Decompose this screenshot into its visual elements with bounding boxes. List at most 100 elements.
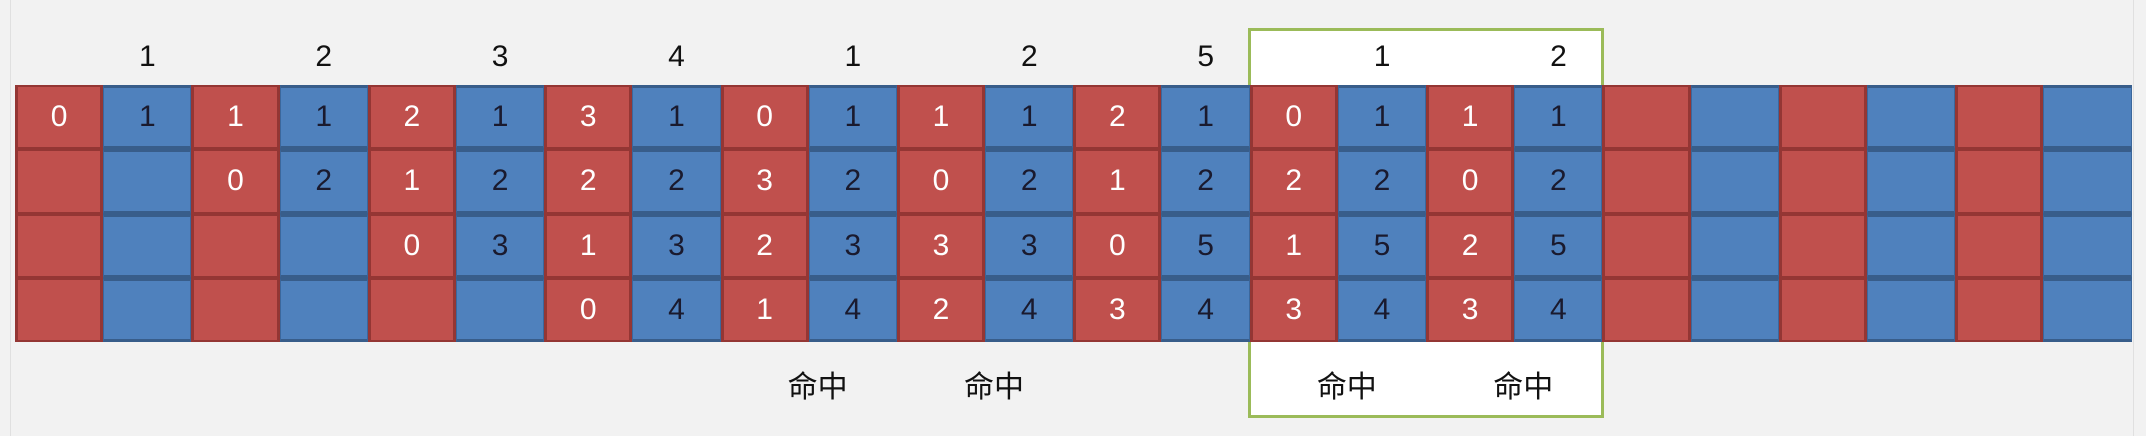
counter-column: 0213 bbox=[1249, 85, 1338, 342]
counter-cell bbox=[367, 277, 456, 342]
counter-column: 0 bbox=[15, 85, 104, 342]
counter-column: 210 bbox=[367, 85, 456, 342]
counter-cell: 3 bbox=[896, 213, 986, 278]
page-cell: 5 bbox=[1161, 213, 1250, 278]
page-cell: 1 bbox=[985, 85, 1074, 150]
counter-cell: 0 bbox=[1426, 149, 1515, 214]
counter-cell: 0 bbox=[720, 85, 809, 150]
counter-cell bbox=[1778, 85, 1867, 150]
page-column bbox=[1866, 85, 1956, 342]
page-cell: 1 bbox=[808, 85, 897, 150]
hit-label: 命中 bbox=[1316, 370, 1377, 405]
page-cell bbox=[279, 277, 368, 342]
page-column bbox=[2043, 85, 2132, 342]
counter-cell bbox=[15, 213, 104, 278]
page-cell bbox=[1866, 277, 1956, 342]
counter-cell: 0 bbox=[1249, 85, 1338, 150]
page-cell: 1 bbox=[455, 85, 545, 150]
counter-cell: 0 bbox=[1073, 213, 1162, 278]
counter-column: 3210 bbox=[544, 85, 633, 342]
page-cell: 2 bbox=[808, 149, 897, 214]
counter-cell: 0 bbox=[544, 277, 633, 342]
counter-cell: 3 bbox=[1249, 277, 1338, 342]
counter-cell: 2 bbox=[544, 149, 633, 214]
page-cell: 5 bbox=[1337, 213, 1426, 278]
page-cell: 4 bbox=[808, 277, 897, 342]
page-cell: 3 bbox=[632, 213, 721, 278]
counter-column: 1032 bbox=[896, 85, 986, 342]
page-column: 1234 bbox=[808, 85, 897, 342]
counter-cell bbox=[15, 149, 104, 214]
access-label: 2 bbox=[315, 40, 333, 73]
page-cell: 2 bbox=[632, 149, 721, 214]
hit-label: 命中 bbox=[964, 370, 1025, 405]
counter-column: 1023 bbox=[1426, 85, 1515, 342]
page-column bbox=[1690, 85, 1779, 342]
page-cell: 2 bbox=[1337, 149, 1426, 214]
counter-cell bbox=[1602, 149, 1691, 214]
page-cell: 1 bbox=[1337, 85, 1426, 150]
counter-cell: 1 bbox=[720, 277, 809, 342]
page-cell bbox=[1866, 213, 1956, 278]
page-column: 1254 bbox=[1514, 85, 1603, 342]
counter-cell bbox=[1602, 85, 1691, 150]
page-cell: 5 bbox=[1514, 213, 1603, 278]
counter-cell: 2 bbox=[1426, 213, 1515, 278]
counter-cell: 3 bbox=[1073, 277, 1162, 342]
counter-cell: 2 bbox=[720, 213, 809, 278]
counter-cell: 1 bbox=[1249, 213, 1338, 278]
counter-cell: 2 bbox=[367, 85, 456, 150]
counter-cell bbox=[191, 213, 280, 278]
page-cell bbox=[103, 149, 192, 214]
page-cell: 2 bbox=[1514, 149, 1603, 214]
counter-cell: 3 bbox=[544, 85, 633, 150]
page-cell bbox=[103, 277, 192, 342]
page-cell bbox=[1690, 277, 1779, 342]
page-cell bbox=[2043, 213, 2132, 278]
page-cell: 4 bbox=[985, 277, 1074, 342]
counter-cell: 1 bbox=[544, 213, 633, 278]
page-cell bbox=[455, 277, 545, 342]
counter-cell: 2 bbox=[1249, 149, 1338, 214]
access-label: 5 bbox=[1197, 40, 1215, 73]
page-cell: 3 bbox=[455, 213, 545, 278]
access-label: 1 bbox=[1373, 40, 1391, 73]
page-cell bbox=[1866, 85, 1956, 150]
page-cell bbox=[2043, 149, 2132, 214]
page-cell: 2 bbox=[279, 149, 368, 214]
access-label: 3 bbox=[491, 40, 509, 73]
page-cell: 1 bbox=[1514, 85, 1603, 150]
counter-cell: 0 bbox=[367, 213, 456, 278]
hit-label: 命中 bbox=[787, 370, 848, 405]
counter-cell bbox=[15, 277, 104, 342]
page-column: 1254 bbox=[1161, 85, 1250, 342]
counter-column bbox=[1602, 85, 1691, 342]
page-cell bbox=[2043, 85, 2132, 150]
counter-cell bbox=[1602, 213, 1691, 278]
page-column: 1234 bbox=[985, 85, 1074, 342]
page-cell bbox=[1866, 149, 1956, 214]
counter-cell bbox=[1778, 277, 1867, 342]
page-cell bbox=[1690, 85, 1779, 150]
page-column: 1234 bbox=[632, 85, 721, 342]
page-column: 1254 bbox=[1337, 85, 1426, 342]
page-cell: 2 bbox=[985, 149, 1074, 214]
hit-label: 命中 bbox=[1493, 370, 1554, 405]
counter-cell: 1 bbox=[367, 149, 456, 214]
page-column: 123 bbox=[455, 85, 545, 342]
access-label: 1 bbox=[138, 40, 156, 73]
counter-column: 10 bbox=[191, 85, 280, 342]
page-cell: 1 bbox=[103, 85, 192, 150]
page-cell: 1 bbox=[632, 85, 721, 150]
counter-cell: 0 bbox=[15, 85, 104, 150]
counter-cell bbox=[1955, 213, 2044, 278]
counter-cell: 2 bbox=[1073, 85, 1162, 150]
page-cell: 2 bbox=[455, 149, 545, 214]
access-label: 2 bbox=[1550, 40, 1567, 73]
counter-cell: 0 bbox=[191, 149, 280, 214]
counter-cell: 1 bbox=[896, 85, 986, 150]
page-cell: 1 bbox=[1161, 85, 1250, 150]
counter-cell bbox=[1955, 277, 2044, 342]
page-cell bbox=[279, 213, 368, 278]
counter-column: 2103 bbox=[1073, 85, 1162, 342]
